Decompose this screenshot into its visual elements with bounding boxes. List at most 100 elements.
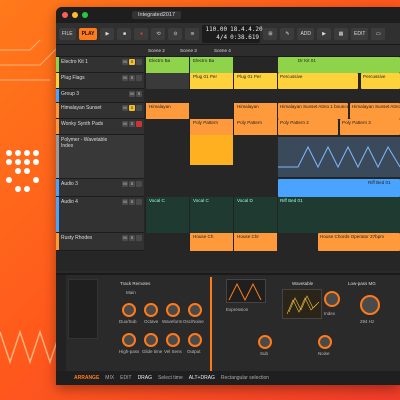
track-group-3[interactable]: Group 3 MS bbox=[56, 89, 144, 103]
track-rusty-rhodes[interactable]: Rusty Rhodes M S bbox=[56, 233, 144, 251]
solo-button[interactable]: S bbox=[129, 121, 135, 127]
project-tab[interactable]: Integrated2017 bbox=[132, 11, 182, 19]
solo-button[interactable]: S bbox=[129, 235, 135, 241]
arm-button[interactable] bbox=[136, 75, 142, 81]
arranger-clip[interactable]: Himalayan Sunset Atmo 1 bbox=[350, 103, 400, 119]
mute-button[interactable]: M bbox=[122, 235, 128, 241]
mute-button[interactable]: M bbox=[122, 121, 128, 127]
arranger-clip[interactable]: Poly Pattern 2 bbox=[278, 119, 338, 135]
add-button[interactable]: ADD bbox=[297, 27, 315, 40]
edit-button[interactable]: EDIT bbox=[351, 27, 369, 40]
launcher-clip[interactable]: Poly Pattern bbox=[189, 119, 233, 135]
knob-index[interactable] bbox=[324, 291, 340, 307]
edit-view-button[interactable]: EDIT bbox=[120, 375, 131, 381]
knob-octave[interactable] bbox=[144, 303, 158, 317]
knob-noise[interactable] bbox=[318, 335, 332, 349]
knob-output[interactable] bbox=[188, 333, 202, 347]
knob-high-pass[interactable] bbox=[122, 333, 136, 347]
track-electro-kit[interactable]: Electro Kit 1 MS bbox=[56, 57, 144, 73]
arranger-clip[interactable]: Dr Kit 01 bbox=[278, 57, 400, 73]
stop-icon[interactable]: ■ bbox=[117, 27, 132, 40]
launcher-clip[interactable]: Poly Pattern bbox=[233, 119, 277, 135]
track-wonky-synth-pads[interactable]: Wonky Synth Pads M S bbox=[56, 119, 144, 135]
arm-button[interactable] bbox=[136, 181, 142, 187]
transport-display[interactable]: 110.00 18.4.4.20 4/4 0:38.619 bbox=[202, 24, 263, 43]
arranger-clip[interactable]: Riff Bed 01 bbox=[278, 179, 400, 197]
mute-button[interactable]: M bbox=[122, 59, 128, 65]
arranger-clip[interactable]: Himalayan Sunset Atmo 1 bounce bbox=[278, 103, 348, 119]
loop-icon[interactable]: ⟲ bbox=[151, 27, 166, 40]
file-menu-button[interactable]: FILE bbox=[59, 27, 76, 40]
knob-vel-sens[interactable] bbox=[166, 333, 180, 347]
play-label-button[interactable]: PLAY bbox=[78, 27, 98, 40]
scene-3-label[interactable]: Scene 3 bbox=[178, 47, 199, 54]
play-small-icon[interactable]: ▶ bbox=[317, 27, 332, 40]
overdub-icon[interactable]: ⊙ bbox=[168, 27, 183, 40]
panel-icon[interactable]: ▭ bbox=[371, 27, 386, 40]
knob-sub[interactable] bbox=[258, 335, 272, 349]
arm-button[interactable] bbox=[136, 235, 142, 241]
launcher-clip[interactable] bbox=[189, 135, 233, 165]
arrange-view-button[interactable]: ARRANGE bbox=[74, 375, 99, 381]
track-himalayan-sunset[interactable]: Himalayan Sunset M S bbox=[56, 103, 144, 119]
clip-launcher-icon[interactable]: ▦ bbox=[334, 27, 349, 40]
launcher-slot[interactable] bbox=[145, 73, 189, 89]
launcher-clip[interactable]: Vocal C bbox=[189, 197, 233, 233]
launcher-clip[interactable]: Himalayan bbox=[233, 103, 277, 119]
knob-duo-sub[interactable] bbox=[122, 303, 136, 317]
arranger-clip[interactable]: House Chords Operator 37bpm bbox=[318, 233, 400, 251]
scene-4-label[interactable]: Scene 4 bbox=[212, 47, 233, 54]
solo-button[interactable]: S bbox=[129, 59, 135, 65]
arm-button[interactable] bbox=[136, 199, 142, 205]
knob-cutoff[interactable] bbox=[360, 295, 380, 315]
arm-button[interactable] bbox=[136, 105, 142, 111]
mute-button[interactable]: M bbox=[122, 199, 128, 205]
remotes-page-select[interactable]: Main bbox=[126, 290, 136, 295]
arranger-clip[interactable]: Percussive bbox=[361, 73, 400, 89]
tempo-value[interactable]: 110.00 bbox=[205, 26, 230, 34]
solo-button[interactable]: S bbox=[129, 181, 135, 187]
solo-button[interactable]: S bbox=[136, 91, 142, 97]
project-tab-strip[interactable] bbox=[56, 275, 66, 373]
track-audio-3[interactable]: Audio 3 MS bbox=[56, 179, 144, 197]
maximize-window-button[interactable] bbox=[82, 12, 88, 18]
record-icon[interactable]: ● bbox=[134, 27, 149, 40]
arranger-clip[interactable]: Riff Bed 01 bbox=[278, 197, 400, 233]
arm-button[interactable] bbox=[136, 59, 142, 65]
automation-lane[interactable] bbox=[278, 137, 400, 177]
play-icon[interactable]: ▶ bbox=[100, 27, 115, 40]
track-audio-4[interactable]: Audio 4 MS bbox=[56, 197, 144, 233]
mute-button[interactable]: M bbox=[122, 105, 128, 111]
launcher-clip[interactable]: Electro Ba bbox=[189, 57, 233, 73]
mute-button[interactable]: M bbox=[122, 75, 128, 81]
solo-button[interactable]: S bbox=[129, 75, 135, 81]
time-signature-value[interactable]: 4/4 bbox=[205, 34, 230, 42]
track-plug-flags[interactable]: Plug Flags M S bbox=[56, 73, 144, 89]
knob-waveform[interactable] bbox=[166, 303, 180, 317]
launcher-clip[interactable]: Vocal C bbox=[145, 197, 189, 233]
minimize-window-button[interactable] bbox=[72, 12, 78, 18]
launcher-clip[interactable]: House Chr bbox=[233, 233, 277, 251]
scene-2-label[interactable]: Scene 2 bbox=[146, 47, 167, 54]
mix-view-button[interactable]: MIX bbox=[105, 375, 114, 381]
solo-button[interactable]: S bbox=[129, 199, 135, 205]
launcher-clip[interactable]: Vocal D bbox=[233, 197, 277, 233]
knob-glide-time[interactable] bbox=[144, 333, 158, 347]
launcher-clip[interactable]: Plug 01 Per bbox=[189, 73, 233, 89]
mute-button[interactable]: M bbox=[129, 91, 135, 97]
arm-button[interactable] bbox=[136, 121, 142, 127]
launcher-clip[interactable]: Himalayan bbox=[145, 103, 189, 119]
knob-osc-noise[interactable] bbox=[188, 303, 202, 317]
launcher-clip[interactable]: Electro Ba bbox=[145, 57, 189, 73]
launcher-clip[interactable]: Plug 01 Per bbox=[233, 73, 277, 89]
arranger-clip[interactable]: Poly Pattern 3 bbox=[340, 119, 400, 135]
solo-button[interactable]: S bbox=[129, 105, 135, 111]
wavetable-display[interactable] bbox=[282, 289, 322, 319]
automation-icon[interactable]: ≋ bbox=[185, 27, 200, 40]
close-window-button[interactable] bbox=[62, 12, 68, 18]
launcher-clip[interactable]: House Ch bbox=[189, 233, 233, 251]
tool-icon[interactable]: ✎ bbox=[280, 27, 295, 40]
mute-button[interactable]: M bbox=[122, 181, 128, 187]
grid-icon[interactable]: ⊞ bbox=[263, 27, 278, 40]
track-polymer-wavetable[interactable]: Polymer - Wavetable Index bbox=[56, 135, 144, 179]
